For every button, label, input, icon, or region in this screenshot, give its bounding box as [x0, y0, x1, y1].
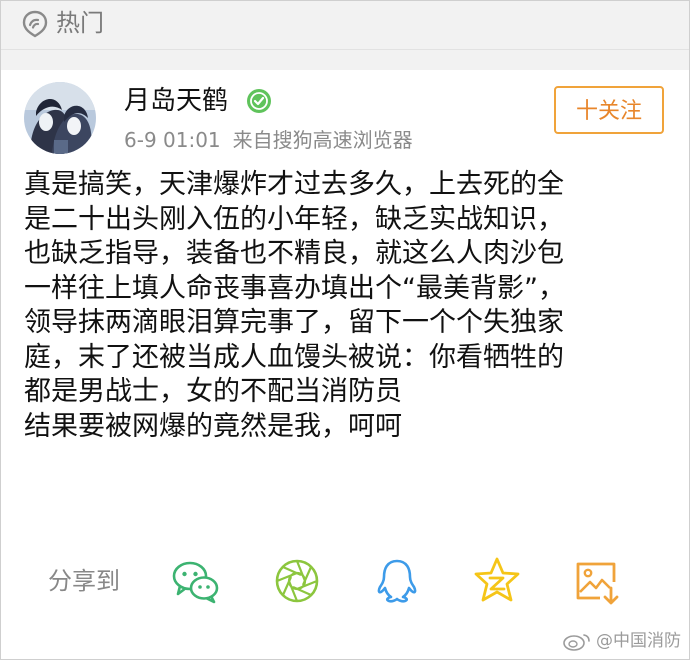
hot-pin-icon: [22, 10, 48, 38]
post-source: 来自搜狗高速浏览器: [232, 128, 413, 152]
post-line: 都是男战士，女的不配当消防员: [24, 376, 402, 407]
moments-icon[interactable]: [272, 556, 322, 606]
verified-badge-icon: [247, 89, 271, 113]
wechat-icon[interactable]: [170, 556, 220, 606]
weibo-logo-icon: [563, 634, 590, 651]
post-line: 庭，末了还被当成人血馒头被说：你看牺牲的: [24, 341, 564, 373]
watermark-text: @中国消防: [596, 631, 681, 651]
share-label: 分享到: [48, 567, 120, 595]
post-body: 真是搞笑，天津爆炸才过去多久，上去死的全 是二十出头刚入伍的小年轻，缺乏实战知识…: [24, 168, 674, 444]
qzone-star-icon[interactable]: [472, 556, 522, 606]
section-gap: [1, 50, 689, 70]
follow-button[interactable]: 十关注: [554, 86, 664, 134]
post-line: 结果要被网爆的竟然是我，呵呵: [24, 410, 402, 442]
post-meta: 6-9 01:01 来自搜狗高速浏览器: [124, 126, 413, 154]
qq-icon[interactable]: [372, 556, 422, 606]
hot-tab-title[interactable]: 热门: [56, 8, 104, 38]
top-bar: [1, 1, 689, 50]
post-line: 真是搞笑，天津爆炸才过去多久，上去死的全: [24, 169, 564, 200]
author-name[interactable]: 月岛天鹤: [124, 84, 228, 118]
post-line: 是二十出头刚入伍的小年轻，缺乏实战知识，: [24, 203, 564, 235]
weibo-watermark: @中国消防: [562, 630, 681, 652]
post-time: 6-9 01:01: [124, 128, 221, 152]
save-image-icon[interactable]: [572, 556, 622, 606]
post-line: 领导抹两滴眼泪算完事了，留下一个个失独家: [24, 307, 564, 338]
post-line: 一样往上填人命丧事喜办填出个“最美背影”，: [24, 272, 565, 304]
post-line: 也缺乏指导，装备也不精良，就这么人肉沙包: [24, 238, 564, 269]
avatar[interactable]: [24, 82, 96, 154]
